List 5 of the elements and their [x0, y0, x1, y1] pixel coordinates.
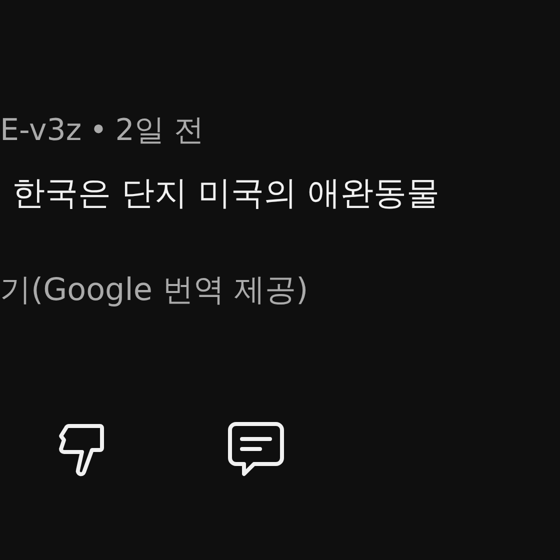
translation-note[interactable]: 기(Google 번역 제공)	[0, 266, 560, 314]
comment-text: 한국은 단지 미국의 애완동물	[12, 172, 440, 214]
author-handle[interactable]: E-v3z	[0, 108, 82, 154]
separator-dot: •	[90, 112, 108, 150]
comment-time: 2일 전	[115, 112, 204, 150]
